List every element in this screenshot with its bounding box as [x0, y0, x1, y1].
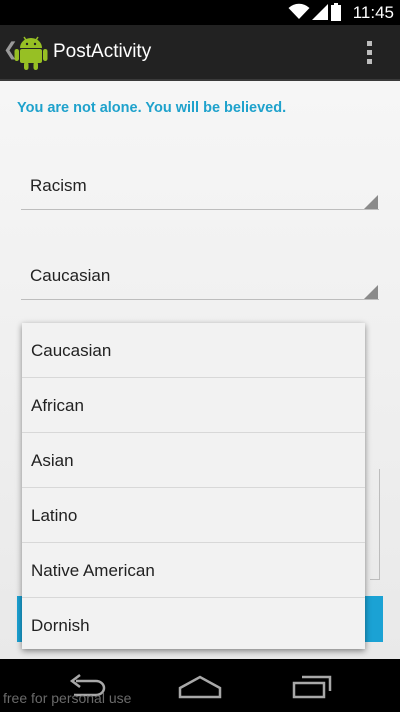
android-icon	[14, 36, 48, 70]
signal-icon	[312, 4, 328, 20]
up-navigation-button[interactable]: ❮	[0, 25, 54, 79]
overflow-menu-icon[interactable]	[358, 37, 382, 67]
clock: 11:45	[352, 3, 394, 22]
text-field-edge[interactable]	[370, 469, 380, 580]
watermark: free for personal use	[3, 690, 132, 706]
recent-apps-icon[interactable]	[290, 671, 334, 701]
category-spinner[interactable]: Racism	[21, 164, 379, 210]
wifi-icon	[288, 3, 310, 19]
ethnicity-dropdown-list: Caucasian African Asian Latino Native Am…	[22, 323, 365, 649]
tagline: You are not alone. You will be believed.	[17, 100, 287, 116]
status-bar: 11:45	[0, 0, 400, 25]
dropdown-triangle-icon	[364, 195, 378, 209]
ethnicity-spinner-underline	[21, 299, 379, 300]
ethnicity-spinner-value: Caucasian	[30, 266, 111, 285]
activity-title: PostActivity	[53, 41, 152, 62]
battery-icon	[331, 3, 341, 21]
dropdown-option[interactable]: Caucasian	[22, 323, 365, 378]
category-spinner-underline	[21, 209, 379, 210]
dropdown-option[interactable]: Native American	[22, 543, 365, 598]
action-bar: ❮ PostActivity	[0, 25, 400, 81]
dropdown-triangle-icon	[364, 285, 378, 299]
category-spinner-value: Racism	[30, 176, 87, 195]
dropdown-option[interactable]: Dornish	[22, 598, 365, 652]
dropdown-option[interactable]: Latino	[22, 488, 365, 543]
dropdown-option[interactable]: Asian	[22, 433, 365, 488]
dropdown-option[interactable]: African	[22, 378, 365, 433]
ethnicity-spinner[interactable]: Caucasian	[21, 254, 379, 300]
home-icon[interactable]	[178, 671, 222, 701]
